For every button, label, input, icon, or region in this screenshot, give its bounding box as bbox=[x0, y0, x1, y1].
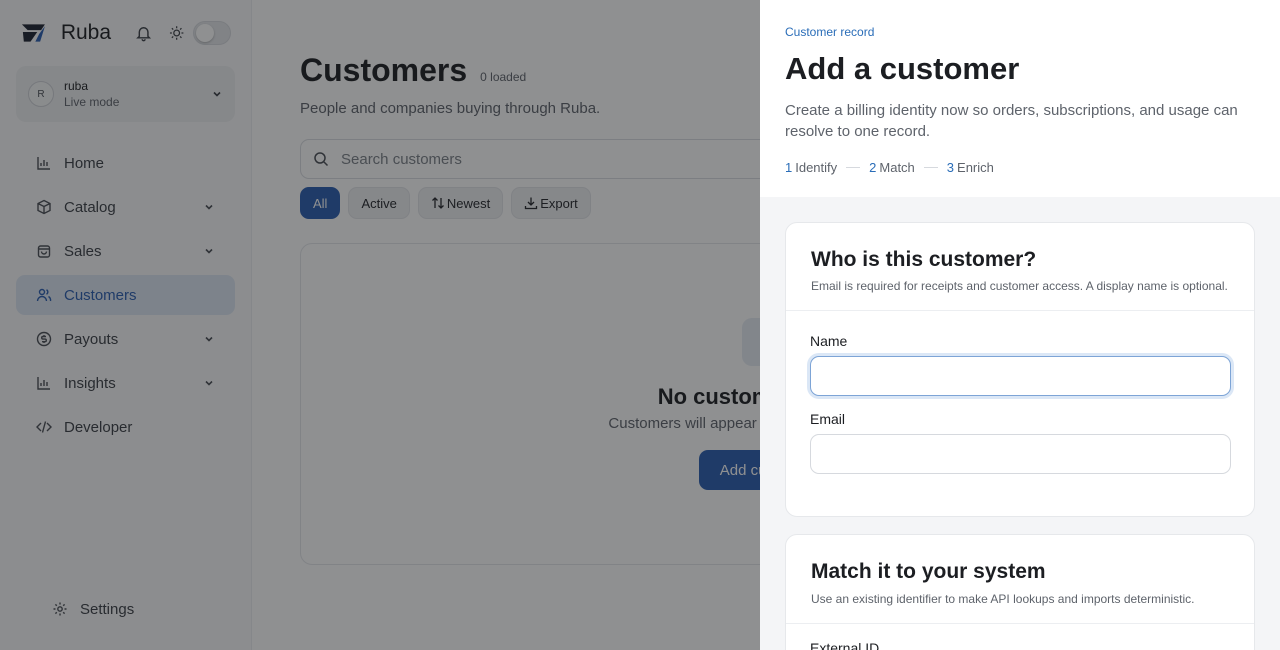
step-divider bbox=[846, 167, 861, 168]
name-field-group: Name bbox=[786, 333, 1254, 396]
identify-title: Who is this customer? bbox=[811, 248, 1037, 271]
email-field-group: Email bbox=[786, 411, 1254, 474]
match-card-header: Match it to your system Use an existing … bbox=[786, 535, 1254, 624]
step-enrich[interactable]: 3 Enrich bbox=[947, 160, 994, 175]
add-customer-drawer: Customer record Add a customer Create a … bbox=[760, 0, 1280, 650]
email-label: Email bbox=[810, 411, 846, 427]
match-description: Use an existing identifier to make API l… bbox=[811, 592, 1195, 606]
step-identify[interactable]: 1 Identify bbox=[785, 160, 837, 175]
drawer-header: Customer record Add a customer Create a … bbox=[760, 0, 1280, 197]
stepper: 1 Identify 2 Match 3 Enrich bbox=[785, 160, 1255, 175]
step-divider bbox=[923, 167, 938, 168]
identify-card-header: Who is this customer? Email is required … bbox=[786, 223, 1254, 311]
drawer-eyebrow: Customer record bbox=[785, 25, 875, 39]
drawer-description: Create a billing identity now so orders,… bbox=[785, 102, 1238, 140]
match-card: Match it to your system Use an existing … bbox=[785, 534, 1255, 650]
step-match[interactable]: 2 Match bbox=[869, 160, 915, 175]
name-label: Name bbox=[810, 333, 848, 349]
identify-description: Email is required for receipts and custo… bbox=[811, 279, 1228, 293]
external-id-label: External ID bbox=[810, 640, 880, 650]
match-title: Match it to your system bbox=[811, 560, 1046, 583]
name-field[interactable] bbox=[810, 356, 1231, 396]
identify-card: Who is this customer? Email is required … bbox=[785, 222, 1255, 517]
email-field[interactable] bbox=[810, 434, 1231, 474]
drawer-title: Add a customer bbox=[785, 51, 1020, 86]
